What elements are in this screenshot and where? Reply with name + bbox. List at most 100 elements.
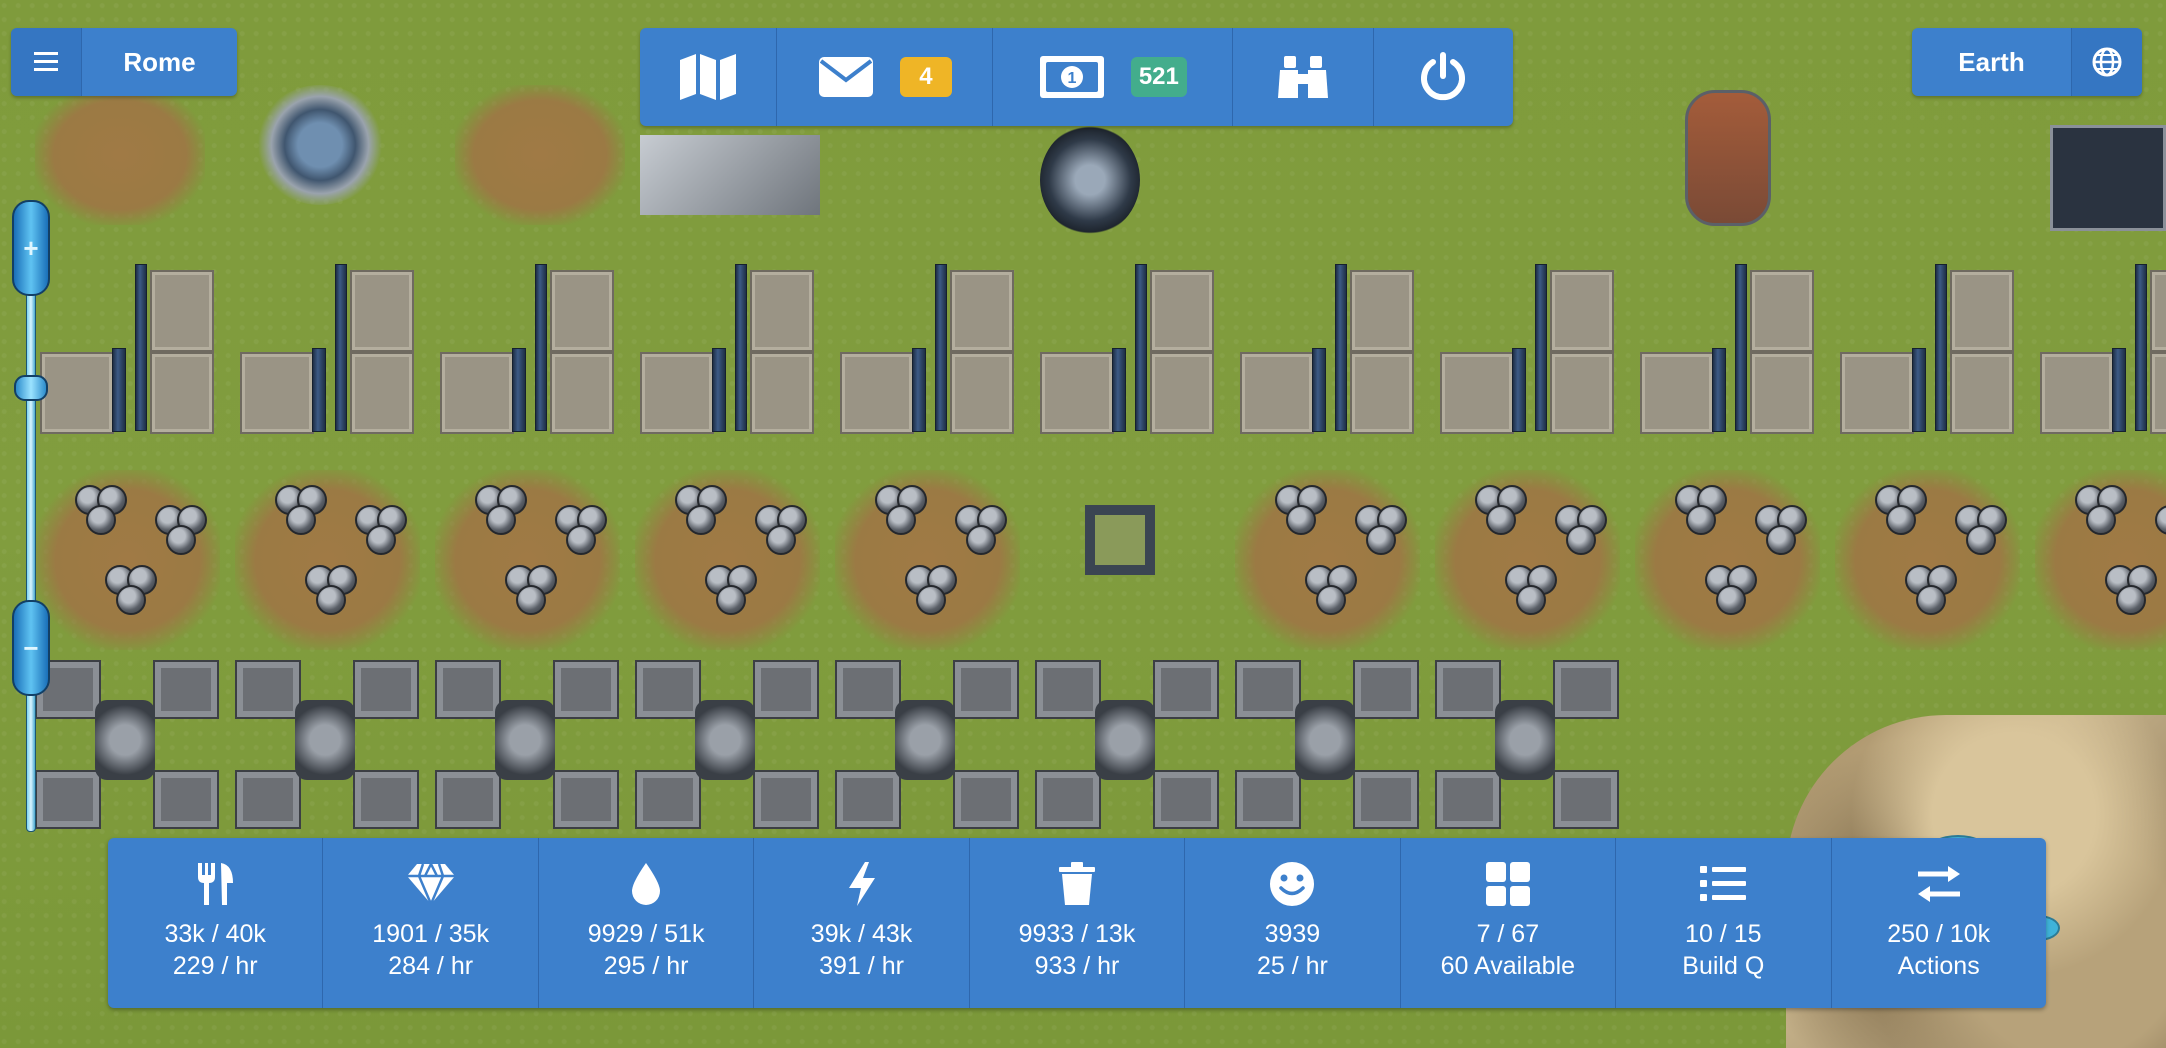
diamond-icon <box>406 863 455 906</box>
building-hex-cluster[interactable] <box>435 470 620 650</box>
building-lab[interactable] <box>2050 125 2166 231</box>
trash-icon <box>1058 862 1095 905</box>
building-plot[interactable] <box>455 85 625 225</box>
envelope-icon <box>818 57 873 97</box>
energy-amount: 39k / 43k <box>810 920 913 948</box>
building-fort[interactable] <box>1070 490 1180 600</box>
messages-count-badge: 4 <box>899 57 952 97</box>
water-amount: 9929 / 51k <box>587 920 705 948</box>
building-hangar[interactable] <box>1640 262 1815 434</box>
plots-amount: 7 / 67 <box>1476 920 1540 948</box>
building-hex-cluster[interactable] <box>235 470 420 650</box>
building-factory[interactable] <box>635 660 819 830</box>
building-factory[interactable] <box>835 660 1019 830</box>
building-factory[interactable] <box>1235 660 1419 830</box>
building-hangar[interactable] <box>1240 262 1415 434</box>
hamburger-icon <box>34 52 58 71</box>
building-hex-cluster[interactable] <box>635 470 820 650</box>
building-plot[interactable] <box>35 85 205 225</box>
zoom-in-button[interactable]: + <box>12 200 50 296</box>
world-selector[interactable]: Earth <box>1912 28 2142 96</box>
binoculars-icon <box>1277 56 1328 98</box>
money-icon: 1 <box>1039 56 1104 98</box>
city-selector[interactable]: Rome <box>11 28 237 96</box>
explore-button[interactable] <box>1233 28 1374 126</box>
building-hex-cluster[interactable] <box>1635 470 1820 650</box>
resource-water[interactable]: 9929 / 51k 295 / hr <box>539 838 755 1008</box>
resource-build-queue[interactable]: 10 / 15 Build Q <box>1616 838 1832 1008</box>
happiness-rate: 25 / hr <box>1256 952 1328 980</box>
city-name[interactable]: Rome <box>82 28 237 96</box>
resource-food[interactable]: 33k / 40k 229 / hr <box>108 838 324 1008</box>
building-hex-cluster[interactable] <box>1235 470 1420 650</box>
crystal-amount: 1901 / 35k <box>372 920 490 948</box>
credits-count-badge: 521 <box>1130 57 1187 97</box>
list-icon <box>1700 866 1747 901</box>
building-hangar[interactable] <box>840 262 1015 434</box>
globe-button[interactable] <box>2071 28 2142 96</box>
map-button[interactable] <box>640 28 778 126</box>
building-factory[interactable] <box>235 660 419 830</box>
globe-icon <box>2092 47 2122 77</box>
actions-amount: 250 / 10k <box>1887 920 1991 948</box>
waste-amount: 9933 / 13k <box>1018 920 1136 948</box>
building-hangar[interactable] <box>240 262 415 434</box>
zoom-out-button[interactable]: − <box>12 600 50 696</box>
messages-button[interactable]: 4 <box>777 28 994 126</box>
resource-happiness[interactable]: 3939 25 / hr <box>1185 838 1401 1008</box>
build-queue-label: Build Q <box>1682 952 1765 980</box>
building-command-center[interactable] <box>255 85 385 205</box>
building-hex-cluster[interactable] <box>1435 470 1620 650</box>
building-pyramid[interactable] <box>640 135 820 215</box>
credits-button[interactable]: 1 521 <box>993 28 1234 126</box>
building-factory[interactable] <box>435 660 619 830</box>
waste-rate: 933 / hr <box>1034 952 1120 980</box>
map-icon <box>680 54 737 100</box>
zoom-handle[interactable] <box>14 374 48 401</box>
resource-waste[interactable]: 9933 / 13k 933 / hr <box>970 838 1186 1008</box>
resource-plots[interactable]: 7 / 67 60 Available <box>1401 838 1617 1008</box>
grid-icon <box>1485 862 1530 906</box>
world-name[interactable]: Earth <box>1912 28 2071 96</box>
building-hangar[interactable] <box>440 262 615 434</box>
building-dome[interactable] <box>1040 125 1140 235</box>
building-barracks[interactable] <box>1685 90 1771 226</box>
actions-label: Actions <box>1897 952 1980 980</box>
power-icon <box>1421 52 1466 101</box>
logout-button[interactable] <box>1374 28 1513 126</box>
exchange-icon <box>1917 866 1960 902</box>
building-hex-cluster[interactable] <box>35 470 220 650</box>
svg-text:1: 1 <box>1067 70 1076 87</box>
building-factory[interactable] <box>1435 660 1619 830</box>
building-hex-cluster[interactable] <box>2035 470 2166 650</box>
building-factory[interactable] <box>1035 660 1219 830</box>
energy-rate: 391 / hr <box>819 952 904 980</box>
resource-actions[interactable]: 250 / 10k Actions <box>1832 838 2046 1008</box>
water-rate: 295 / hr <box>603 952 689 980</box>
main-toolbar: 4 1 521 <box>640 28 1513 126</box>
crystal-rate: 284 / hr <box>388 952 474 980</box>
resource-crystal[interactable]: 1901 / 35k 284 / hr <box>323 838 539 1008</box>
zoom-track[interactable] <box>26 270 36 832</box>
food-icon <box>198 863 234 905</box>
food-rate: 229 / hr <box>172 952 258 980</box>
resource-bar: 33k / 40k 229 / hr 1901 / 35k 284 / hr 9… <box>108 838 2046 1008</box>
building-hangar[interactable] <box>40 262 215 434</box>
building-hex-cluster[interactable] <box>835 470 1020 650</box>
building-hangar[interactable] <box>1040 262 1215 434</box>
energy-bolt-icon <box>848 862 875 906</box>
zoom-out-icon: − <box>23 632 39 663</box>
zoom-slider[interactable]: + − <box>10 200 50 832</box>
building-hangar[interactable] <box>640 262 815 434</box>
building-hangar[interactable] <box>2040 262 2166 434</box>
building-factory[interactable] <box>35 660 219 830</box>
menu-button[interactable] <box>11 28 82 96</box>
building-hangar[interactable] <box>1840 262 2015 434</box>
water-drop-icon <box>632 863 661 905</box>
plots-available: 60 Available <box>1440 952 1576 980</box>
resource-energy[interactable]: 39k / 43k 391 / hr <box>754 838 970 1008</box>
build-queue-amount: 10 / 15 <box>1685 920 1762 948</box>
building-hangar[interactable] <box>1440 262 1615 434</box>
zoom-in-icon: + <box>23 232 39 263</box>
building-hex-cluster[interactable] <box>1835 470 2020 650</box>
